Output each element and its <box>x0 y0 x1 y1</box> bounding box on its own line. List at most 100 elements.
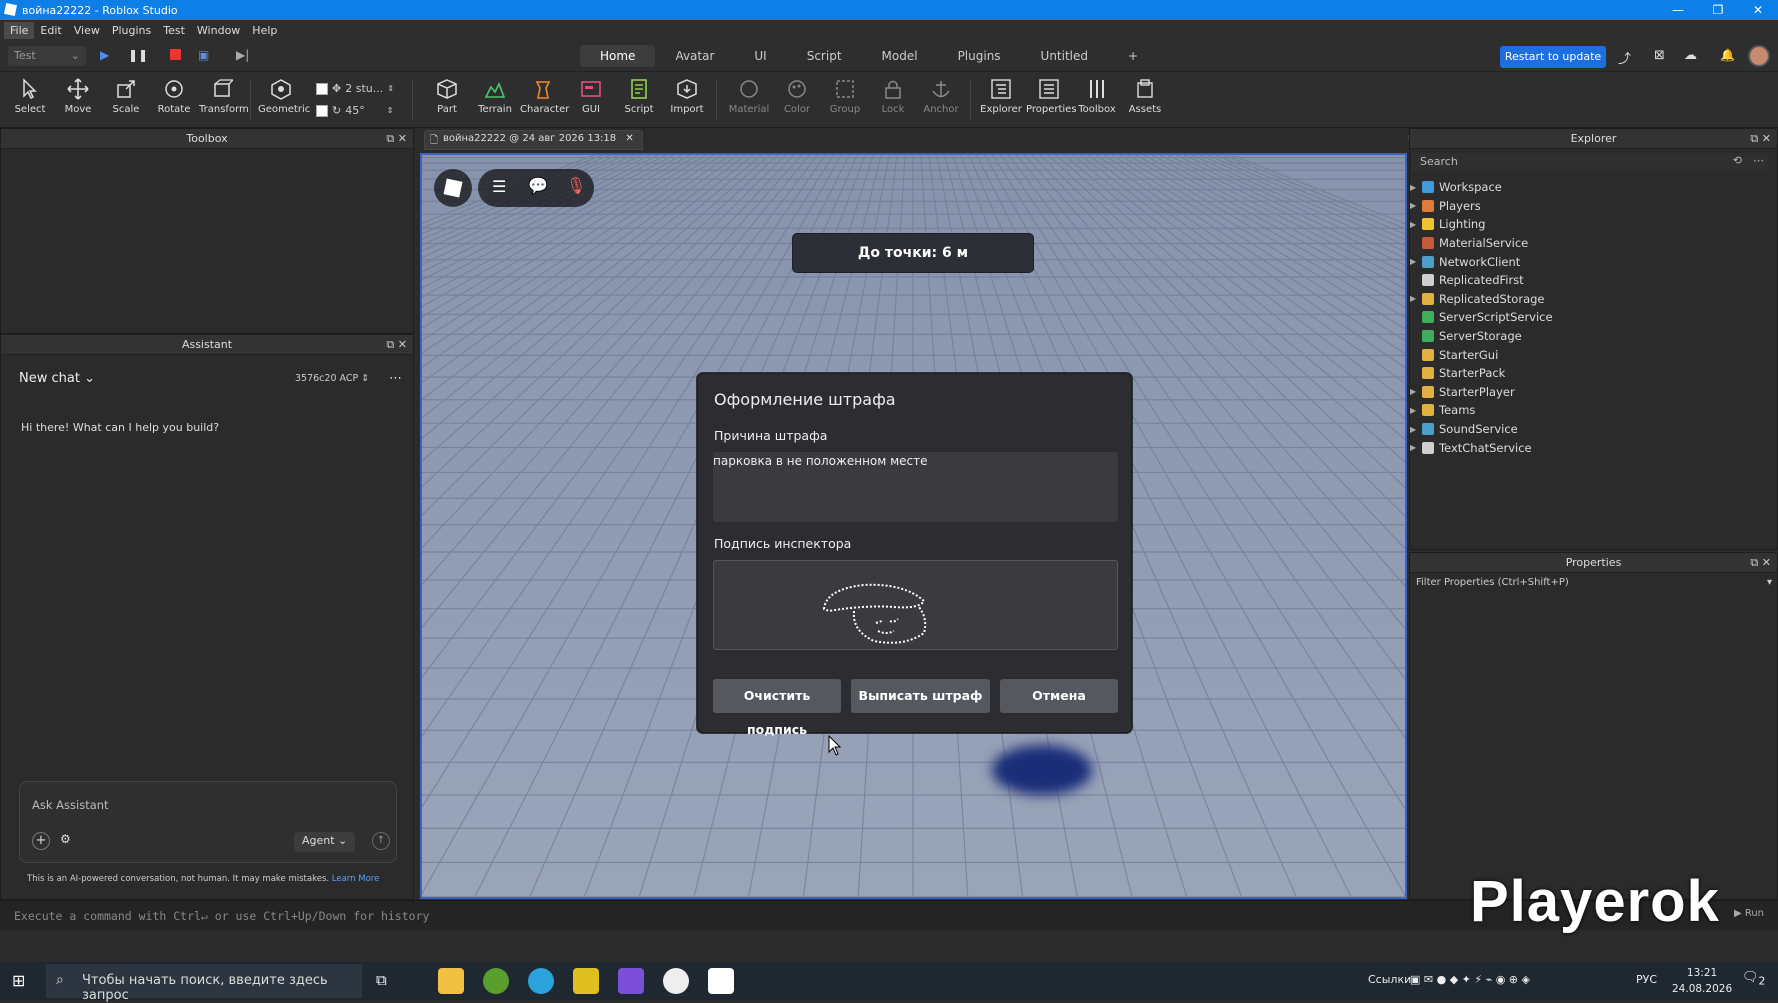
move-snap-control[interactable]: ✥ 2 stu... ⇕ <box>316 82 394 95</box>
expand-arrow-icon[interactable]: ▶ <box>1410 201 1420 210</box>
command-input[interactable]: Execute a command with Ctrl↵ or use Ctrl… <box>14 909 429 923</box>
step-icon[interactable]: ▶| <box>236 48 249 62</box>
color-button[interactable]: Color <box>774 78 820 115</box>
fine-reason-input[interactable]: парковка в не положенном месте <box>713 452 1118 522</box>
panel-close-icon[interactable]: ⧉ ✕ <box>1750 129 1771 149</box>
avatar[interactable] <box>1748 45 1770 67</box>
expand-arrow-icon[interactable]: ▶ <box>1410 257 1420 266</box>
explorer-item-replicatedstorage[interactable]: ▶ ReplicatedStorage <box>1410 290 1553 309</box>
expand-arrow-icon[interactable]: ▶ <box>1410 443 1420 452</box>
explorer-item-startergui[interactable]: StarterGui <box>1410 345 1553 364</box>
tab-model[interactable]: Model <box>862 45 938 67</box>
explorer-item-replicatedfirst[interactable]: ReplicatedFirst <box>1410 271 1553 290</box>
import-button[interactable]: Import <box>664 78 710 115</box>
rotate-snap-checkbox[interactable] <box>316 104 328 117</box>
part-button[interactable]: Part <box>424 78 470 115</box>
explorer-item-workspace[interactable]: ▶ Workspace <box>1410 178 1553 197</box>
menu-window[interactable]: Window <box>191 22 246 39</box>
pause-icon[interactable]: ❚❚ <box>128 48 148 62</box>
character-button[interactable]: Character <box>520 78 569 115</box>
add-tab-button[interactable]: + <box>1108 45 1158 67</box>
expand-arrow-icon[interactable]: ▶ <box>1410 220 1420 229</box>
tab-avatar[interactable]: Avatar <box>655 45 734 67</box>
signature-pad[interactable] <box>713 560 1118 650</box>
roblox-menu-button[interactable] <box>434 169 472 207</box>
explorer-item-starterpack[interactable]: StarterPack <box>1410 364 1553 383</box>
app-icon[interactable] <box>573 968 599 994</box>
menu-help[interactable]: Help <box>246 22 283 39</box>
assistant-input[interactable]: Ask Assistant <box>32 798 109 812</box>
play-icon[interactable]: ▶ <box>100 48 109 62</box>
expand-arrow-icon[interactable]: ▶ <box>1410 425 1420 434</box>
rotate-tool[interactable]: Rotate <box>151 78 197 115</box>
more-icon[interactable]: ⋯ <box>1753 154 1764 167</box>
filter-properties-input[interactable]: Filter Properties (Ctrl+Shift+P) ▾ <box>1416 577 1772 588</box>
explorer-item-serverscriptservice[interactable]: ServerScriptService <box>1410 308 1553 327</box>
clear-signature-button[interactable]: Очистить подпись <box>713 679 841 737</box>
menu-plugins[interactable]: Plugins <box>106 22 157 39</box>
toolbox-button[interactable]: Toolbox <box>1074 78 1120 115</box>
tab-script[interactable]: Script <box>787 45 862 67</box>
chat-selector[interactable]: New chat ⌄ <box>19 371 95 386</box>
task-view-icon[interactable]: ⧉ <box>376 971 387 989</box>
chat-bubble-icon[interactable]: 💬 <box>528 176 548 195</box>
run-button[interactable]: ▶ Run <box>1734 908 1764 919</box>
hamburger-menu-icon[interactable]: ☰ <box>492 177 506 196</box>
notification-center-icon[interactable]: 🗨2 <box>1742 970 1765 988</box>
panel-close-icon[interactable]: ⧉ ✕ <box>1750 553 1771 573</box>
microphone-muted-icon[interactable]: 🎙 <box>566 176 586 195</box>
explorer-item-serverstorage[interactable]: ServerStorage <box>1410 327 1553 346</box>
script-button[interactable]: Script <box>616 78 662 115</box>
tray-icons[interactable]: ▣ ✉ ● ◆ ✦ ⚡ ⌁ ◉ ⊕ ◈ <box>1410 973 1530 986</box>
stop-icon[interactable] <box>170 49 181 60</box>
geometric-mode-button[interactable]: Geometric <box>258 78 310 115</box>
panel-close-icon[interactable]: ⧉ ✕ <box>386 129 407 149</box>
explorer-button[interactable]: Explorer <box>978 78 1024 115</box>
document-tab[interactable]: 🗋 война22222 @ 24 авг 2026 13:18 ✕ <box>424 130 643 150</box>
assistant-input-box[interactable]: Ask Assistant + ⚙ Agent ⌄ ↑ <box>19 781 397 863</box>
close-tab-icon[interactable]: ✕ <box>625 133 633 144</box>
send-arrow-icon[interactable]: ↑ <box>372 832 390 850</box>
menu-edit[interactable]: Edit <box>34 22 67 39</box>
agent-mode-select[interactable]: Agent ⌄ <box>294 832 356 852</box>
share-icon[interactable]: ⤴ <box>1618 48 1631 67</box>
transform-tool[interactable]: Transform <box>199 78 249 115</box>
rotate-snap-control[interactable]: ↻ 45° ⇕ <box>316 104 393 117</box>
links-toolbar[interactable]: Ссылки <box>1368 973 1411 986</box>
select-tool[interactable]: Select <box>7 78 53 115</box>
explorer-item-lighting[interactable]: ▶ Lighting <box>1410 215 1553 234</box>
tab-plugins[interactable]: Plugins <box>938 45 1021 67</box>
history-icon[interactable]: ⟲ <box>1733 154 1742 167</box>
explorer-item-materialservice[interactable]: MaterialService <box>1410 234 1553 253</box>
gui-button[interactable]: GUI <box>568 78 614 115</box>
notifications-icon[interactable]: 🔔 <box>1720 48 1735 62</box>
game-viewport[interactable]: ☰ 💬 🎙 До точки: 6 м Оформление штрафа Пр… <box>420 153 1407 899</box>
scale-tool[interactable]: Scale <box>103 78 149 115</box>
language-indicator[interactable]: РУС <box>1636 973 1657 986</box>
explorer-item-soundservice[interactable]: ▶ SoundService <box>1410 420 1553 439</box>
close-window-button[interactable]: ✕ <box>1738 0 1778 20</box>
add-attachment-icon[interactable]: + <box>32 832 50 850</box>
restart-to-update-button[interactable]: Restart to update <box>1500 46 1606 68</box>
clock[interactable]: 13:21 24.08.2026 <box>1672 965 1732 997</box>
tab-home[interactable]: Home <box>580 45 656 67</box>
explorer-item-teams[interactable]: ▶ Teams <box>1410 401 1553 420</box>
tab-untitled[interactable]: Untitled <box>1021 45 1108 67</box>
learn-more-link[interactable]: Learn More <box>332 874 380 884</box>
cancel-button[interactable]: Отмена <box>1000 679 1118 713</box>
move-snap-checkbox[interactable] <box>316 82 328 95</box>
explorer-item-networkclient[interactable]: ▶ NetworkClient <box>1410 252 1553 271</box>
expand-arrow-icon[interactable]: ▶ <box>1410 406 1420 415</box>
app-icon[interactable] <box>483 968 509 994</box>
group-button[interactable]: Group <box>822 78 868 115</box>
explorer-item-starterplayer[interactable]: ▶ StarterPlayer <box>1410 383 1553 402</box>
expand-arrow-icon[interactable]: ▶ <box>1410 183 1420 192</box>
menu-view[interactable]: View <box>68 22 106 39</box>
more-options-icon[interactable]: ⋯ <box>389 371 402 386</box>
windows-start-icon[interactable]: ⊞ <box>12 971 25 990</box>
move-snap-value[interactable]: 2 stu... <box>345 82 383 95</box>
tab-ui[interactable]: UI <box>734 45 786 67</box>
expand-arrow-icon[interactable]: ▶ <box>1410 387 1420 396</box>
model-selector[interactable]: 3576c20 ACP ⇕ <box>295 373 369 384</box>
maximize-button[interactable]: ❐ <box>1698 0 1738 20</box>
